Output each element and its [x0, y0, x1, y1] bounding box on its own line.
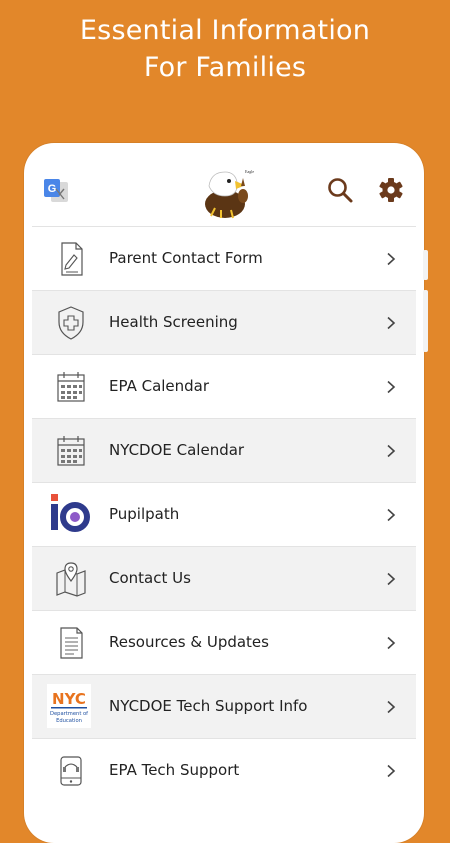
- headline: Essential Information For Families: [0, 12, 450, 86]
- menu-list: Parent Contact Form Health Screening EPA…: [32, 226, 416, 802]
- translate-icon[interactable]: G: [42, 177, 70, 209]
- phone-side-button: [423, 290, 428, 352]
- document-icon: [52, 625, 90, 661]
- form-icon: [52, 241, 90, 277]
- chevron-right-icon: [386, 315, 396, 334]
- menu-item-pupilpath[interactable]: Pupilpath: [32, 482, 416, 546]
- health-shield-icon: [52, 305, 90, 341]
- menu-item-label: Pupilpath: [109, 505, 180, 523]
- menu-item-label: Health Screening: [109, 313, 238, 331]
- search-icon[interactable]: [326, 176, 354, 208]
- svg-text:Department of: Department of: [50, 711, 88, 717]
- svg-text:Education: Education: [56, 718, 82, 724]
- app-toolbar: G Eagle: [32, 160, 416, 226]
- phone-side-button: [423, 250, 428, 280]
- menu-item-parent-contact-form[interactable]: Parent Contact Form: [32, 226, 416, 290]
- menu-item-label: Contact Us: [109, 569, 191, 587]
- chevron-right-icon: [386, 571, 396, 590]
- pupilpath-logo-icon: [48, 491, 92, 537]
- menu-item-epa-calendar[interactable]: EPA Calendar: [32, 354, 416, 418]
- chevron-right-icon: [386, 763, 396, 782]
- svg-text:NYC: NYC: [52, 690, 86, 708]
- svg-text:Eagle: Eagle: [245, 169, 254, 174]
- headline-line-2: For Families: [143, 52, 307, 83]
- svg-text:G: G: [48, 183, 57, 195]
- headline-line-1: Essential Information: [79, 15, 371, 46]
- school-logo[interactable]: Eagle: [199, 164, 255, 224]
- menu-item-label: Resources & Updates: [109, 633, 269, 651]
- menu-item-epa-tech-support[interactable]: EPA Tech Support: [32, 738, 416, 802]
- map-icon: [52, 561, 90, 597]
- menu-item-nycdoe-tech-support-info[interactable]: NYC Department of Education NYCDOE Tech …: [32, 674, 416, 738]
- chevron-right-icon: [386, 443, 396, 462]
- chevron-right-icon: [386, 251, 396, 270]
- menu-item-health-screening[interactable]: Health Screening: [32, 290, 416, 354]
- chevron-right-icon: [386, 699, 396, 718]
- gear-icon[interactable]: [377, 176, 405, 208]
- nyc-doe-logo-icon: NYC Department of Education: [46, 682, 92, 730]
- tech-support-icon: [52, 753, 90, 789]
- menu-item-resources-updates[interactable]: Resources & Updates: [32, 610, 416, 674]
- menu-item-contact-us[interactable]: Contact Us: [32, 546, 416, 610]
- chevron-right-icon: [386, 635, 396, 654]
- menu-item-label: NYCDOE Calendar: [109, 441, 245, 459]
- calendar-icon: [52, 369, 90, 405]
- calendar-icon: [52, 433, 90, 469]
- menu-item-label: NYCDOE Tech Support Info: [109, 697, 308, 715]
- chevron-right-icon: [386, 507, 396, 526]
- menu-item-label: Parent Contact Form: [109, 249, 263, 267]
- menu-item-label: EPA Tech Support: [109, 761, 240, 779]
- menu-item-nycdoe-calendar[interactable]: NYCDOE Calendar: [32, 418, 416, 482]
- chevron-right-icon: [386, 379, 396, 398]
- menu-item-label: EPA Calendar: [109, 377, 210, 395]
